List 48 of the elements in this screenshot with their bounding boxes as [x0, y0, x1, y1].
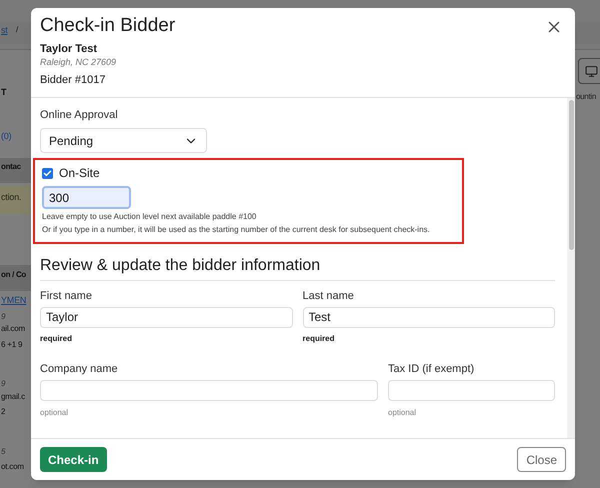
bidder-location: Raleigh, NC 27609 [40, 56, 118, 69]
field-label: Company name [40, 362, 119, 376]
close-button[interactable]: Close [517, 447, 566, 472]
page-text: T [1, 88, 6, 97]
check-icon [43, 168, 52, 178]
page-text: / [16, 26, 18, 34]
field-label: First name [40, 288, 93, 302]
paddle-input[interactable]: 300 [42, 186, 131, 209]
text-field[interactable] [40, 380, 378, 401]
scrollbar-thumb[interactable] [568, 100, 574, 250]
check-in-button[interactable]: Check-in [40, 447, 107, 472]
table-header-text: ontac [1, 163, 21, 171]
bidder-number: Bidder #1017 [40, 73, 106, 87]
text-field[interactable]: Taylor [40, 306, 292, 328]
banner-text: ction. [1, 193, 22, 202]
approval-select[interactable]: Pending [40, 128, 207, 153]
help-text: Or if you type in a number, it will be used as the starting number of the current desk for subsequent check-ins. [42, 224, 430, 236]
page-text: ountin [576, 93, 596, 101]
field-label: Online Approval [40, 108, 119, 122]
page-text: gmail.c [1, 393, 25, 401]
page-text: 9 [1, 313, 6, 321]
page-text: 2 [1, 408, 6, 416]
table-header-bar [0, 265, 31, 291]
scrollbar[interactable] [567, 98, 575, 438]
field-label: Last name [302, 288, 355, 302]
bidder-name: Taylor Test [40, 42, 98, 56]
field-label: Tax ID (if exempt) [388, 362, 476, 376]
table-header-bar [0, 158, 31, 183]
dialog-title: Check-in Bidder [40, 14, 176, 38]
page-text: 6 +1 9 [1, 341, 22, 349]
section-title: Review & update the bidder information [40, 256, 555, 280]
text-field[interactable] [388, 380, 555, 401]
monitor-icon [585, 64, 598, 78]
text-field[interactable]: Test [302, 306, 555, 328]
display-button[interactable] [578, 58, 600, 84]
page-text: 9 [1, 380, 6, 388]
checkbox-label: On-Site [59, 165, 100, 182]
page-text: 5 [1, 448, 6, 456]
field-hint: required [40, 333, 72, 344]
field-hint: optional [40, 406, 68, 418]
field-hint: required [302, 333, 335, 344]
help-text: Leave empty to use Auction level next available paddle #100 [42, 210, 256, 222]
table-header-text: on / Co [1, 271, 26, 279]
onsite-checkbox[interactable] [42, 168, 53, 178]
page-text: ail.com [1, 325, 25, 333]
page-text: ot.com [1, 463, 24, 471]
banner [0, 186, 31, 214]
field-hint: optional [388, 406, 416, 418]
